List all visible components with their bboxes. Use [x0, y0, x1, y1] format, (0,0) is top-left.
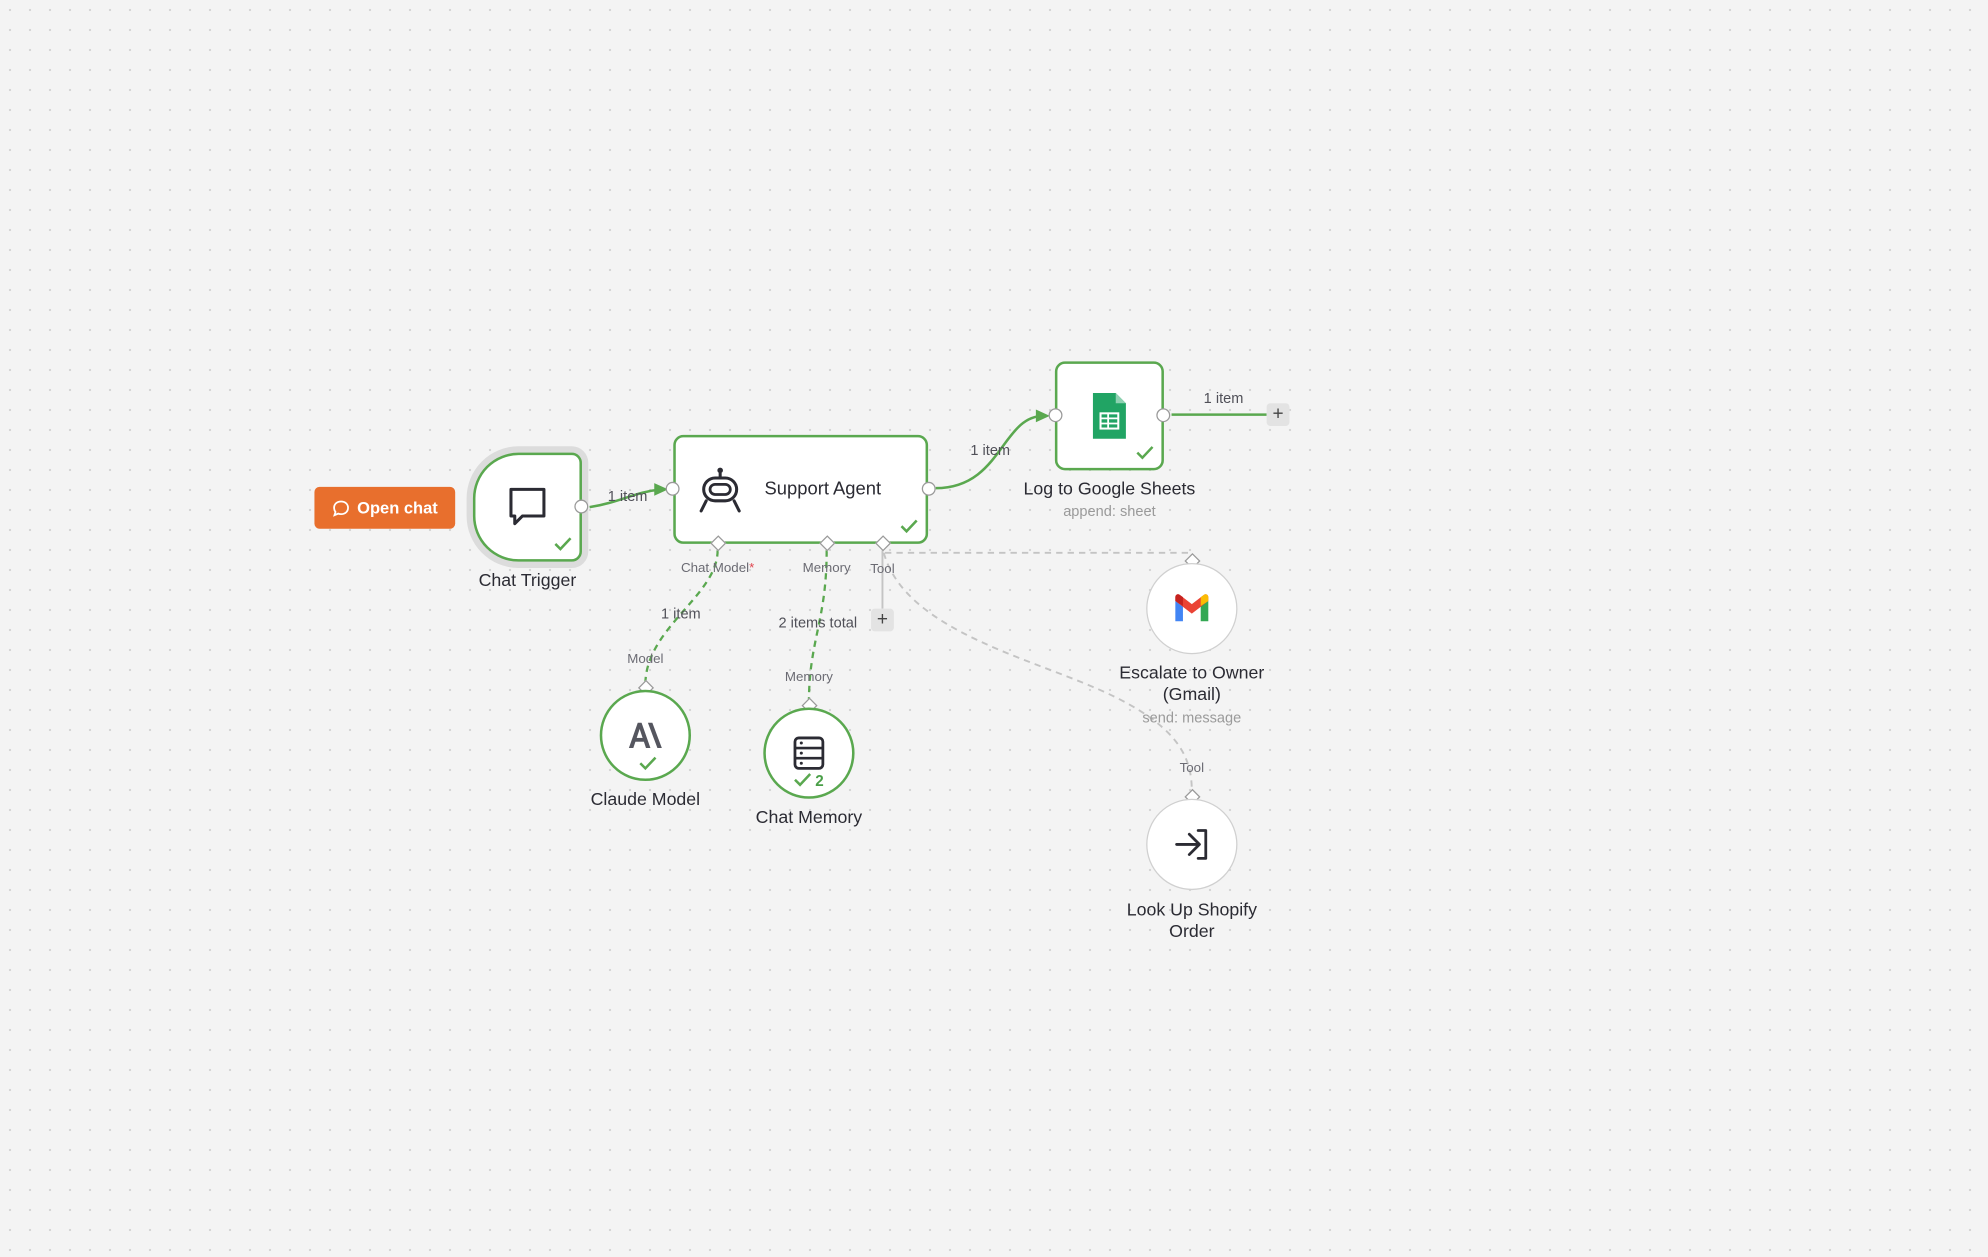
chat-icon	[509, 487, 546, 526]
success-check-icon	[639, 756, 657, 771]
add-tool-button[interactable]: +	[871, 608, 894, 632]
trigger-output-port[interactable]	[574, 499, 589, 514]
gmail-label: Escalate to Owner (Gmail)	[1119, 661, 1265, 704]
run-count-badge: 2	[815, 772, 824, 790]
support-agent-label: Support Agent	[764, 479, 882, 500]
chat-model-port-label: Chat Model*	[680, 560, 755, 576]
edge-label-agent-sheets: 1 item	[970, 443, 1011, 459]
google-sheets-node[interactable]	[1054, 361, 1164, 471]
shopify-lookup-label: Look Up Shopify Order	[1126, 898, 1257, 941]
claude-model-label: Claude Model	[590, 788, 701, 809]
gmail-icon	[1175, 594, 1209, 622]
agent-input-port[interactable]	[665, 481, 680, 496]
agent-output-port[interactable]	[921, 481, 936, 496]
add-node-button[interactable]: +	[1266, 403, 1290, 427]
edge-label-sheets-out: 1 item	[1203, 391, 1244, 407]
database-icon	[793, 736, 825, 770]
model-input-label: Model	[627, 651, 664, 667]
robot-icon	[699, 467, 741, 513]
google-sheets-subtitle: append: sheet	[1063, 504, 1156, 520]
google-sheets-icon	[1092, 393, 1126, 439]
shopify-tool-label: Tool	[1179, 760, 1205, 776]
sheets-output-port[interactable]	[1156, 408, 1171, 423]
tool-port-label: Tool	[870, 561, 895, 577]
success-check-icon	[900, 519, 918, 534]
edge-label-memory: 2 items total	[778, 616, 858, 632]
chat-bubble-icon	[332, 499, 349, 517]
claude-model-node[interactable]	[599, 689, 692, 782]
anthropic-icon	[628, 722, 662, 749]
edge-tool-gmail[interactable]	[884, 551, 1193, 557]
success-check-icon	[794, 773, 812, 787]
chat-memory-node[interactable]: 2	[763, 707, 855, 799]
gmail-subtitle: send: message	[1142, 711, 1242, 727]
edge-label-model: 1 item	[661, 607, 701, 623]
success-check-icon	[1136, 446, 1154, 460]
open-chat-label: Open chat	[357, 498, 438, 518]
gmail-node[interactable]	[1146, 562, 1238, 655]
shopify-lookup-node[interactable]	[1146, 798, 1238, 891]
success-check-icon	[554, 537, 572, 551]
chat-trigger-label: Chat Trigger	[478, 569, 577, 590]
sheets-input-port[interactable]	[1048, 408, 1063, 423]
connections-layer	[589, 409, 1267, 792]
open-chat-button[interactable]: Open chat	[314, 486, 456, 529]
memory-port-label: Memory	[802, 560, 851, 576]
chat-trigger-node[interactable]	[472, 452, 582, 562]
support-agent-node[interactable]: Support Agent	[673, 434, 929, 544]
sign-in-arrow-icon	[1175, 829, 1208, 860]
edge-label-trigger-agent: 1 item	[607, 489, 648, 505]
google-sheets-label: Log to Google Sheets	[1023, 477, 1196, 499]
workflow-canvas[interactable]: Open chat Chat Trigger 1 item Support Ag…	[0, 0, 1988, 1256]
memory-input-label: Memory	[784, 669, 833, 685]
chat-memory-label: Chat Memory	[755, 806, 863, 827]
